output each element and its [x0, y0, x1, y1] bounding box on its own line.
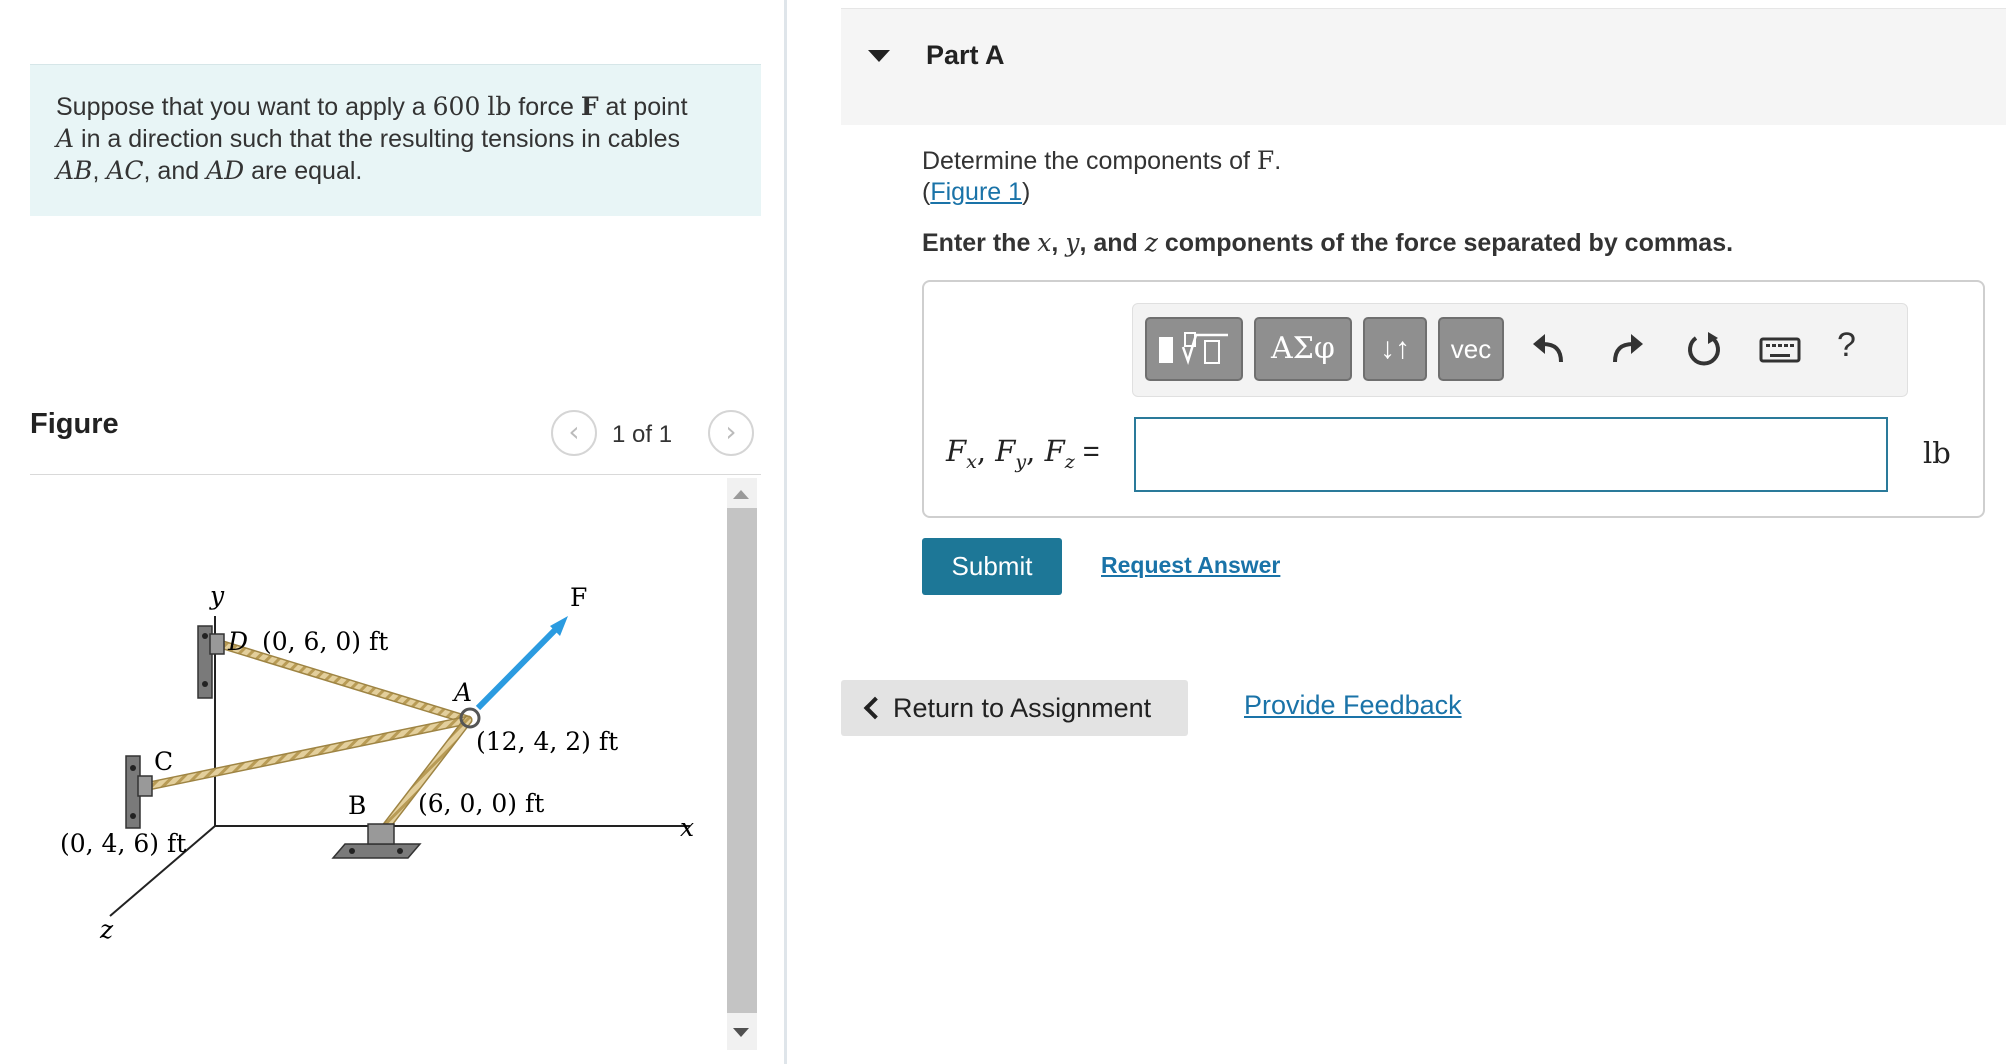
part-title: Part A [926, 40, 1005, 70]
instruction-suffix: components of the force separated by com… [1157, 229, 1734, 257]
redo-icon[interactable] [1605, 328, 1649, 372]
statics-figure: y x z F A D (0, 6, 0) ft C (0, 4, 6) ft … [60, 581, 694, 944]
point-C-label: C [154, 747, 173, 776]
equals-sign: = [1074, 436, 1100, 468]
var-F: F [946, 434, 967, 468]
separator: , [1051, 229, 1066, 257]
point-B-label: B [348, 791, 366, 820]
problem-text: force [511, 93, 581, 121]
var-x: x [1037, 228, 1052, 257]
part-header[interactable] [841, 8, 2006, 125]
separator: , [1026, 434, 1045, 468]
scroll-down-arrow-icon[interactable] [733, 1028, 749, 1037]
bracket-C [125, 755, 153, 829]
problem-pane: Suppose that you want to apply a 600 lb … [0, 0, 784, 1064]
subscript: y [1015, 450, 1027, 473]
keyboard-icon[interactable] [1755, 328, 1805, 372]
z-axis-label: z [99, 915, 114, 944]
math-toolbar: ΑΣφ ↓↑ vec ? [1132, 303, 1908, 397]
force-symbol: F [1256, 146, 1275, 175]
return-to-assignment-button[interactable]: Return to Assignment [841, 680, 1188, 736]
pane-divider [784, 0, 787, 1064]
point-symbol: A [56, 124, 75, 153]
var-y: y [1065, 228, 1080, 257]
force-unit: lb [487, 92, 512, 121]
collapse-triangle-icon[interactable] [868, 50, 890, 62]
separator: , and [1079, 229, 1145, 257]
problem-text: , and [143, 157, 207, 185]
problem-text: in a direction such that the resulting t… [74, 125, 680, 153]
return-label: Return to Assignment [893, 693, 1152, 723]
templates-icon [1159, 332, 1228, 365]
cable-symbol: AC [106, 156, 144, 185]
bracket-D [197, 625, 225, 699]
var-F: F [995, 434, 1016, 468]
symbols-button[interactable]: ΑΣφ [1254, 317, 1352, 381]
point-D-coordinates: (0, 6, 0) ft [262, 627, 388, 656]
problem-text: at point [598, 93, 688, 121]
templates-button[interactable] [1145, 317, 1243, 381]
y-axis-label: y [209, 581, 225, 610]
paren: ) [1022, 178, 1031, 206]
answer-label: Fx, Fy, Fz = [946, 434, 1100, 473]
previous-figure-button[interactable]: ‹ [551, 410, 597, 456]
undo-icon[interactable] [1527, 328, 1571, 372]
instruction-prefix: Enter the [922, 229, 1038, 257]
figure-counter: 1 of 1 [612, 421, 673, 448]
force-symbol: F [580, 92, 599, 121]
help-icon[interactable]: ? [1837, 326, 1856, 365]
problem-text: Suppose that you want to apply a [56, 93, 433, 121]
figure-link[interactable]: Figure 1 [930, 178, 1022, 206]
chevron-left-icon: ‹ [568, 415, 580, 448]
x-axis-label: x [680, 813, 694, 842]
point-B-coordinates: (6, 0, 0) ft [418, 789, 544, 818]
var-z: z [1144, 228, 1158, 257]
request-answer-link[interactable]: Request Answer [1101, 552, 1280, 579]
figure-scrollbar-thumb[interactable] [727, 508, 757, 1013]
chevron-right-icon: › [725, 415, 737, 448]
subscript: z [1064, 450, 1075, 473]
force-label: F [570, 583, 587, 612]
cable-symbol: AB [56, 156, 93, 185]
question-text: Determine the components of F. [922, 146, 1281, 176]
var-F: F [1044, 434, 1065, 468]
reset-icon[interactable] [1682, 328, 1726, 372]
figure-reference: (Figure 1) [922, 178, 1030, 207]
subscript-superscript-button[interactable]: ↓↑ [1363, 317, 1427, 381]
answer-unit: lb [1923, 436, 1951, 470]
cable-symbol: AD [206, 156, 245, 185]
chevron-left-icon [863, 696, 887, 720]
provide-feedback-link[interactable]: Provide Feedback [1244, 690, 1462, 721]
figure-heading: Figure [30, 408, 119, 440]
scroll-up-arrow-icon[interactable] [733, 490, 749, 499]
vector-button[interactable]: vec [1438, 317, 1504, 381]
question-suffix: . [1274, 147, 1282, 175]
question-prefix: Determine the components of [922, 147, 1257, 175]
point-D-label: D [227, 627, 248, 656]
point-A-label: A [452, 678, 472, 707]
subscript: x [966, 450, 977, 473]
force-magnitude: 600 [432, 92, 481, 121]
next-figure-button[interactable]: › [708, 410, 754, 456]
submit-button[interactable]: Submit [922, 538, 1062, 595]
force-arrow [475, 625, 560, 711]
separator: , [976, 434, 996, 468]
point-C-coordinates: (0, 4, 6) ft [60, 829, 186, 858]
instruction-text: Enter the x, y, and z components of the … [922, 228, 1733, 258]
answer-input[interactable] [1134, 417, 1888, 492]
bracket-B [331, 823, 422, 859]
point-A-coordinates: (12, 4, 2) ft [476, 727, 618, 756]
divider [30, 474, 761, 475]
problem-text: are equal. [244, 157, 363, 185]
problem-text: , [92, 157, 107, 185]
problem-statement: Suppose that you want to apply a 600 lb … [30, 64, 761, 216]
